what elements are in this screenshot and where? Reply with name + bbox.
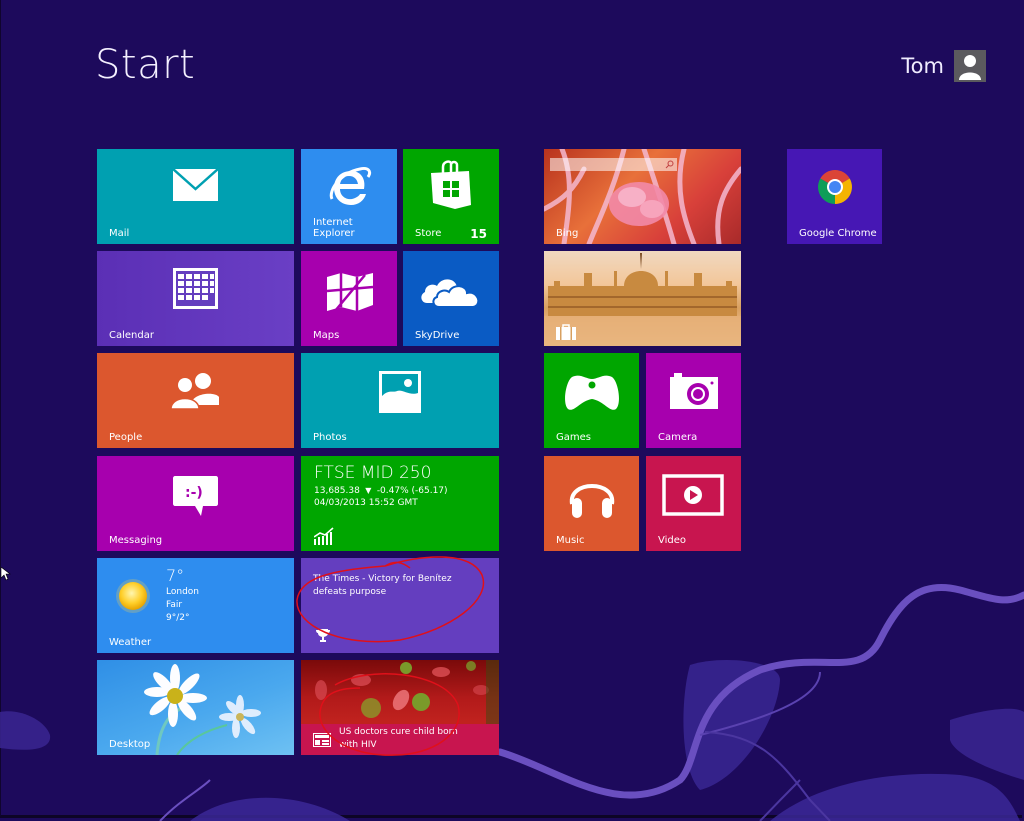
svg-text::-): :-): [185, 485, 203, 501]
store-bag-icon: [431, 160, 471, 209]
tile-weather[interactable]: 7° London Fair 9°/2° Weather: [97, 558, 294, 653]
tile-label: Internet Explorer: [313, 217, 355, 239]
tile-maps[interactable]: Maps: [301, 251, 397, 346]
mail-icon: [173, 169, 218, 201]
tile-label: SkyDrive: [415, 330, 460, 341]
tile-label: Calendar: [109, 330, 154, 341]
user-name: Tom: [901, 54, 944, 78]
maps-icon: [326, 273, 374, 312]
weather-range: 9°/2°: [166, 613, 190, 623]
weather-city: London: [166, 587, 199, 597]
tile-label: Weather: [109, 637, 152, 648]
tile-photos[interactable]: Photos: [301, 353, 499, 448]
tile-google-chrome[interactable]: Google Chrome: [787, 149, 882, 244]
tile-calendar[interactable]: Calendar: [97, 251, 294, 346]
tile-label: Maps: [313, 330, 340, 341]
tile-finance[interactable]: FTSE MID 250 13,685.38 ▼ -0.47% (-65.17)…: [301, 456, 499, 551]
page-title: Start: [95, 42, 196, 88]
tile-games[interactable]: Games: [544, 353, 639, 448]
travel-suitcase-icon: [556, 324, 576, 340]
people-icon: [170, 373, 219, 410]
weather-temperature: 7°: [166, 566, 185, 585]
tile-mail[interactable]: Mail: [97, 149, 294, 244]
tile-label: Music: [556, 535, 585, 546]
tile-label: Google Chrome: [799, 228, 877, 239]
tile-label: Video: [658, 535, 687, 546]
finance-timestamp: 04/03/2013 15:52 GMT: [314, 498, 418, 508]
finance-value: 13,685.38: [314, 486, 360, 496]
headphones-icon: [569, 484, 615, 518]
finance-index-name: FTSE MID 250: [314, 463, 432, 483]
tile-camera[interactable]: Camera: [646, 353, 741, 448]
news-caption-bar: US doctors cure child born with HIV: [301, 724, 499, 755]
calendar-icon: [173, 268, 218, 309]
tile-store[interactable]: Store 15: [403, 149, 499, 244]
tile-skydrive[interactable]: SkyDrive: [403, 251, 499, 346]
tile-label: Messaging: [109, 535, 163, 546]
mouse-cursor-icon: [1, 567, 11, 581]
tile-desktop[interactable]: Desktop: [97, 660, 294, 755]
tile-label: Camera: [658, 432, 698, 443]
tile-label: Bing: [556, 228, 579, 239]
user-account[interactable]: Tom: [901, 50, 986, 82]
trophy-icon: [316, 629, 330, 642]
tile-label: Store: [415, 228, 442, 239]
store-update-badge: 15: [470, 227, 487, 241]
tile-people[interactable]: People: [97, 353, 294, 448]
messaging-icon: :-): [173, 476, 218, 516]
news-headline-line2: with HIV: [339, 740, 377, 750]
tile-label: Photos: [313, 432, 347, 443]
finance-change: -0.47% (-65.17): [376, 486, 448, 496]
video-icon: [662, 474, 724, 516]
search-icon: [665, 160, 674, 169]
news-photo-image: [315, 660, 499, 725]
tile-label: Mail: [109, 228, 130, 239]
skydrive-cloud-icon: [421, 279, 480, 308]
tile-internet-explorer[interactable]: Internet Explorer: [301, 149, 397, 244]
finance-quote: 13,685.38 ▼ -0.47% (-65.17): [314, 486, 448, 496]
photos-icon: [379, 371, 421, 413]
tile-label: People: [109, 432, 143, 443]
tile-label: Desktop: [109, 739, 151, 750]
news-icon: [313, 733, 331, 747]
tile-bing[interactable]: Bing: [544, 149, 741, 244]
tile-music[interactable]: Music: [544, 456, 639, 551]
sun-icon: [116, 579, 150, 613]
tile-label: Games: [556, 432, 591, 443]
weather-condition: Fair: [166, 600, 183, 610]
chrome-icon: [818, 170, 852, 204]
internet-explorer-icon: [329, 167, 372, 205]
finance-chart-icon: [314, 527, 334, 545]
news-headline-line1: US doctors cure child born: [339, 727, 458, 737]
down-arrow-icon: ▼: [362, 486, 374, 495]
tile-news[interactable]: US doctors cure child born with HIV: [301, 660, 499, 755]
user-avatar-icon: [954, 50, 986, 82]
bing-search-box[interactable]: [550, 158, 677, 171]
tile-sports[interactable]: The Times - Victory for Benítez defeats …: [301, 558, 499, 653]
sports-headline: The Times - Victory for Benítez defeats …: [313, 574, 452, 597]
game-controller-icon: [565, 375, 619, 410]
tile-video[interactable]: Video: [646, 456, 741, 551]
tile-messaging[interactable]: :-) Messaging: [97, 456, 294, 551]
camera-icon: [670, 373, 718, 409]
tile-travel[interactable]: [544, 251, 741, 346]
